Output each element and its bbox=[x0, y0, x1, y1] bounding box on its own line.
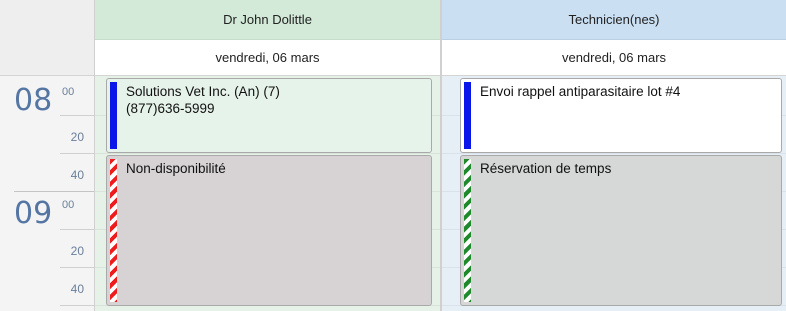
gutter-tick bbox=[60, 153, 95, 154]
minute-label-08-00: 00 bbox=[62, 86, 75, 98]
appointment-text: Réservation de temps bbox=[480, 161, 612, 176]
appointment-text: Envoi rappel antiparasitaire lot #4 bbox=[480, 84, 681, 99]
gutter-tick bbox=[60, 229, 95, 230]
minute-label-09-20: 20 bbox=[70, 244, 84, 258]
appointment-status-bar bbox=[110, 159, 117, 302]
appointment-envoi-rappel[interactable]: Envoi rappel antiparasitaire lot #4 bbox=[460, 78, 782, 153]
appointment-text: Non-disponibilité bbox=[126, 161, 226, 176]
slot-line bbox=[95, 153, 440, 154]
appointment-reservation-de-temps[interactable]: Réservation de temps bbox=[460, 155, 782, 306]
gutter-tick bbox=[60, 267, 95, 268]
minute-label-08-40: 40 bbox=[70, 168, 84, 182]
minute-label-09-40: 40 bbox=[70, 282, 84, 296]
minute-label-09-00: 00 bbox=[62, 199, 75, 211]
hour-label-08: 08 bbox=[14, 83, 53, 118]
column-header-resource[interactable]: Technicien(nes) bbox=[442, 0, 786, 40]
appointment-non-disponibilite[interactable]: Non-disponibilité bbox=[106, 155, 432, 306]
gutter-tick bbox=[60, 305, 95, 306]
appointment-solutions-vet[interactable]: Solutions Vet Inc. (An) (7) (877)636-599… bbox=[106, 78, 432, 153]
appointment-text: Solutions Vet Inc. (An) (7) (877)636-599… bbox=[126, 84, 280, 116]
slot-line bbox=[442, 153, 786, 154]
appointment-status-bar bbox=[464, 82, 471, 149]
gutter-tick bbox=[60, 115, 95, 116]
gutter-header-corner bbox=[0, 0, 95, 76]
time-gutter: 08 00 20 40 09 00 20 40 bbox=[0, 0, 95, 311]
column-header-resource[interactable]: Dr John Dolittle bbox=[95, 0, 440, 40]
appointment-status-bar bbox=[110, 82, 117, 149]
column-date-header[interactable]: vendredi, 06 mars bbox=[442, 40, 786, 76]
gutter-hour-line bbox=[14, 191, 95, 192]
column-date-header[interactable]: vendredi, 06 mars bbox=[95, 40, 440, 76]
minute-label-08-20: 20 bbox=[70, 130, 84, 144]
hour-label-09: 09 bbox=[14, 196, 53, 231]
appointment-status-bar bbox=[464, 159, 471, 302]
